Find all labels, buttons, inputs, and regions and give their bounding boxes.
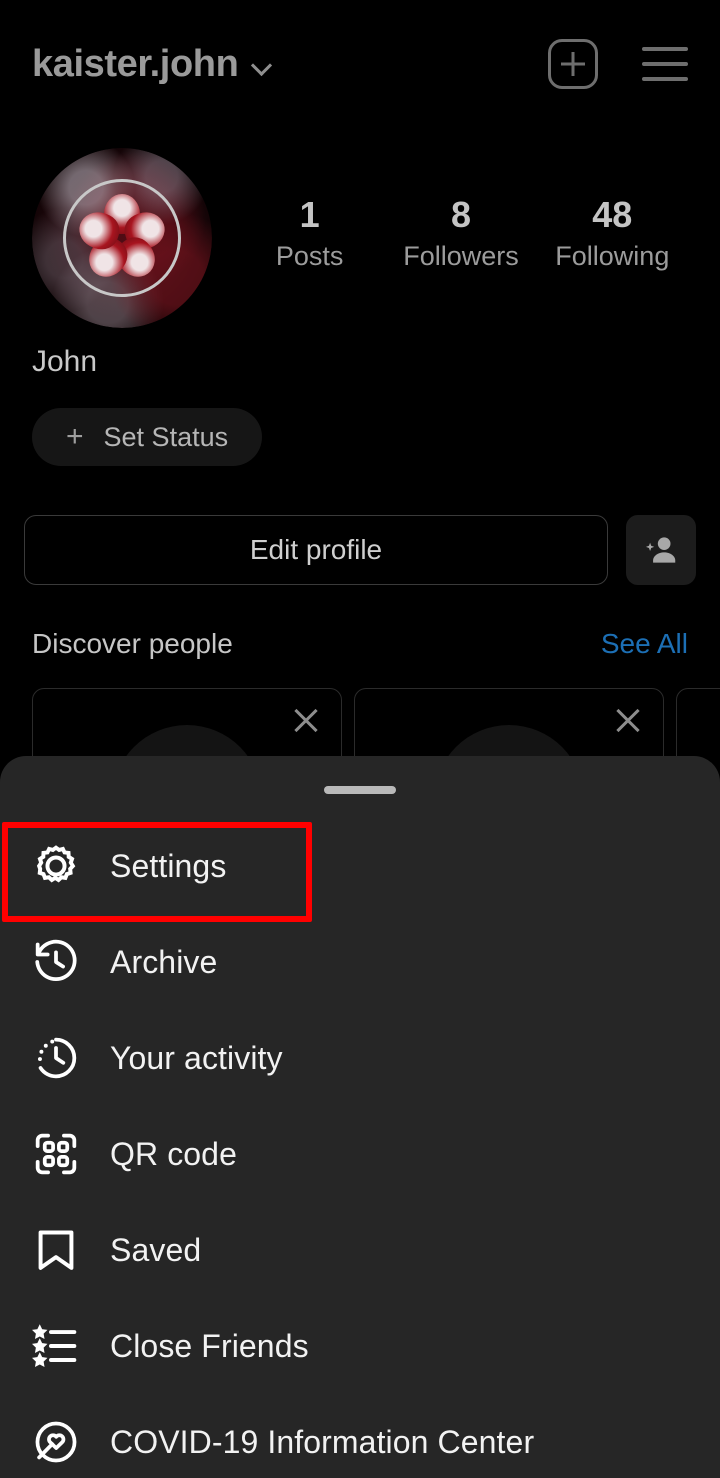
hamburger-menu-icon[interactable] xyxy=(642,47,688,81)
qr-code-icon xyxy=(30,1128,82,1180)
menu-item-label: COVID-19 Information Center xyxy=(110,1423,535,1460)
close-icon[interactable] xyxy=(289,703,323,737)
activity-clock-icon xyxy=(30,1032,82,1084)
bottom-sheet-menu: Settings Archive Your activity QR code S… xyxy=(0,756,720,1478)
menu-item-archive[interactable]: Archive xyxy=(0,914,720,1010)
username-switcher[interactable]: kaister.john xyxy=(32,45,548,83)
profile-stats: 1 Posts 8 Followers 48 Following xyxy=(212,148,688,272)
plus-square-icon[interactable] xyxy=(548,39,598,89)
menu-item-settings[interactable]: Settings xyxy=(0,818,720,922)
menu-item-label: Close Friends xyxy=(110,1327,309,1364)
hamburger-line xyxy=(642,77,688,81)
menu-item-qr-code[interactable]: QR code xyxy=(0,1106,720,1202)
menu-item-label: Settings xyxy=(110,847,227,884)
menu-list: Settings Archive Your activity QR code S… xyxy=(0,818,720,1478)
stat-following[interactable]: 48 Following xyxy=(552,194,672,272)
stat-value: 1 xyxy=(299,194,320,235)
stat-value: 48 xyxy=(592,194,633,235)
hamburger-line xyxy=(642,47,688,51)
stat-label: Following xyxy=(555,241,670,272)
menu-item-covid-information-center[interactable]: COVID-19 Information Center xyxy=(0,1394,720,1478)
close-icon[interactable] xyxy=(611,703,645,737)
edit-profile-button[interactable]: Edit profile xyxy=(24,515,608,585)
stat-value: 8 xyxy=(450,194,471,235)
app-screen: kaister.john 1 Posts 8 Followers 48 Foll… xyxy=(0,0,720,1478)
set-status-button[interactable]: + Set Status xyxy=(32,408,263,466)
profile-summary: 1 Posts 8 Followers 48 Following xyxy=(0,148,720,328)
stat-label: Followers xyxy=(403,241,519,272)
menu-item-label: Saved xyxy=(110,1231,202,1268)
discover-people-header: Discover people See All xyxy=(0,628,720,660)
chevron-down-icon[interactable] xyxy=(252,58,272,70)
header-actions xyxy=(548,39,688,89)
menu-item-your-activity[interactable]: Your activity xyxy=(0,1010,720,1106)
avatar[interactable] xyxy=(32,148,212,328)
star-list-icon xyxy=(30,1320,82,1372)
menu-item-saved[interactable]: Saved xyxy=(0,1202,720,1298)
set-status-label: Set Status xyxy=(103,421,229,452)
hamburger-line xyxy=(642,62,688,66)
username-label: kaister.john xyxy=(32,43,239,85)
menu-item-label: QR code xyxy=(110,1135,237,1172)
display-name: John xyxy=(32,345,98,378)
menu-item-label: Archive xyxy=(110,943,218,980)
menu-item-label: Your activity xyxy=(110,1039,283,1076)
stat-followers[interactable]: 8 Followers xyxy=(401,194,521,272)
avatar-flower-emblem xyxy=(74,192,170,285)
stat-posts[interactable]: 1 Posts xyxy=(250,194,370,272)
stat-label: Posts xyxy=(275,241,344,272)
add-person-button[interactable] xyxy=(626,515,696,585)
menu-item-close-friends[interactable]: Close Friends xyxy=(0,1298,720,1394)
gear-icon xyxy=(30,840,82,892)
archive-clock-icon xyxy=(30,936,82,988)
drag-handle[interactable] xyxy=(324,786,396,794)
add-person-icon xyxy=(642,531,680,569)
plus-icon: + xyxy=(66,420,84,453)
bookmark-icon xyxy=(30,1224,82,1276)
heart-circle-icon xyxy=(30,1416,82,1468)
profile-header: kaister.john xyxy=(0,0,720,128)
profile-action-row: Edit profile xyxy=(0,515,720,585)
see-all-link[interactable]: See All xyxy=(601,628,688,660)
discover-people-title: Discover people xyxy=(32,628,233,659)
